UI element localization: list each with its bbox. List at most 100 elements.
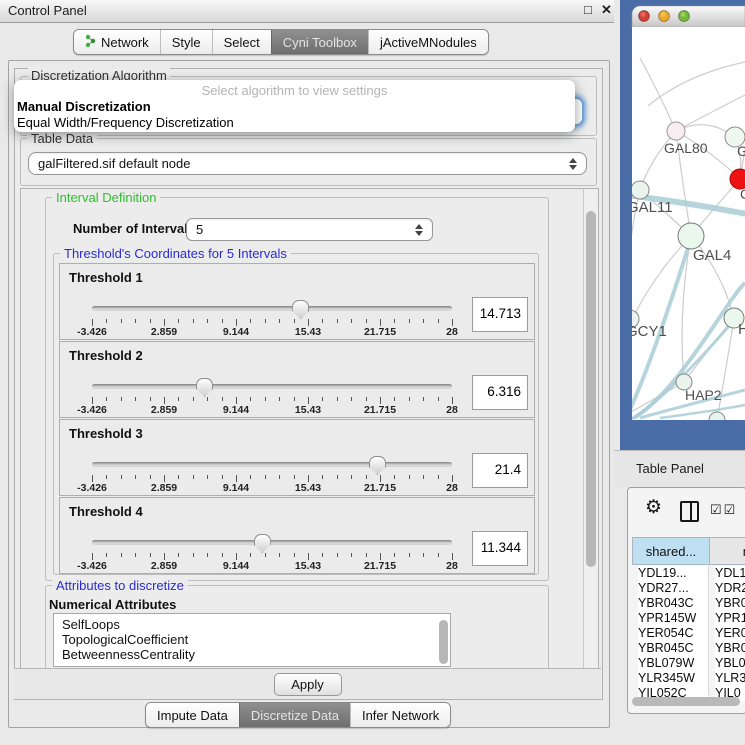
threshold-value-field[interactable]: 11.344 <box>472 531 528 566</box>
slider-thumb[interactable] <box>292 300 309 319</box>
num-intervals-label: Number of Intervals <box>73 221 195 236</box>
slider-tick <box>106 553 107 557</box>
threshold-value-field[interactable]: 14.713 <box>472 297 528 332</box>
column-header-name[interactable]: na <box>709 537 745 565</box>
tab-cyni-toolbox[interactable]: Cyni Toolbox <box>271 30 368 54</box>
table-cell[interactable]: YLR3 <box>715 671 745 686</box>
network-node-gal11[interactable] <box>631 181 649 199</box>
slider-track[interactable] <box>92 384 452 389</box>
tab-discretize-data[interactable]: Discretize Data <box>239 703 350 727</box>
slider-tick-label: -3.426 <box>77 326 107 338</box>
settings-scrollbar-track[interactable] <box>583 189 599 669</box>
close-panel-icon[interactable]: ✕ <box>601 2 612 18</box>
threshold-value-field[interactable]: 6.316 <box>472 375 528 410</box>
control-panel-titlebar: Control Panel □ ✕ <box>0 0 614 23</box>
table-cell[interactable]: YBR0 <box>715 641 745 656</box>
slider-tick <box>366 475 367 479</box>
table-hscrollbar-thumb[interactable] <box>632 697 740 706</box>
apply-button[interactable]: Apply <box>274 673 342 696</box>
slider-tick <box>438 397 439 401</box>
slider-tick <box>135 475 136 479</box>
table-cell[interactable]: YDR2 <box>715 581 745 596</box>
settings-scrollbar-thumb[interactable] <box>586 211 596 567</box>
top-tab-bar: NetworkStyle Select Cyni Toolbox jActiveMNo… <box>73 29 489 55</box>
slider-track[interactable] <box>92 462 452 467</box>
table-cell[interactable]: YER054C <box>638 626 708 641</box>
slider-tick <box>394 553 395 557</box>
slider-tick <box>351 553 352 557</box>
slider-track[interactable] <box>92 540 452 545</box>
slider-tick <box>423 319 424 323</box>
table-cell[interactable]: YDL19... <box>638 566 708 581</box>
thresholds-group-title: Threshold's Coordinates for 5 Intervals <box>60 246 291 261</box>
slider-tick <box>322 475 323 479</box>
slider-tick <box>193 397 194 401</box>
table-cell[interactable]: YBL0 <box>715 656 745 671</box>
slider-tick <box>308 553 309 560</box>
slider-tick <box>279 319 280 323</box>
slider-tick <box>250 475 251 479</box>
gear-icon[interactable]: ⚙ <box>645 496 662 519</box>
num-intervals-value: 5 <box>196 222 203 237</box>
network-node-label: C <box>740 186 745 202</box>
slider-tick <box>164 397 165 404</box>
slider-tick-label: 2.859 <box>151 482 177 494</box>
table-cell[interactable]: YBL079W <box>638 656 708 671</box>
tab-select[interactable]: Select <box>212 30 271 54</box>
slider-tick <box>250 397 251 401</box>
float-window-icon[interactable]: □ <box>584 2 592 17</box>
table-cell[interactable]: YER0 <box>715 626 745 641</box>
slider-tick <box>337 553 338 557</box>
algorithm-option[interactable]: Manual Discretization <box>17 99 151 114</box>
num-intervals-combo[interactable]: 5 <box>186 218 433 241</box>
slider-thumb[interactable] <box>254 534 271 553</box>
checkboxes-icon[interactable]: ☑☑ <box>710 502 737 518</box>
table-cell[interactable]: YBR043C <box>638 596 708 611</box>
tab-jactivemnodules[interactable]: jActiveMNodules <box>368 30 488 54</box>
table-cell[interactable]: YBR045C <box>638 641 708 656</box>
tab-network[interactable]: Network <box>74 30 160 54</box>
table-cell[interactable]: YPR1 <box>715 611 745 626</box>
table-cell[interactable]: YDR27... <box>638 581 708 596</box>
algorithm-option[interactable]: Equal Width/Frequency Discretization <box>17 115 234 130</box>
network-node-gal4[interactable] <box>678 223 704 249</box>
tab-style[interactable]: Style <box>160 30 212 54</box>
slider-tick <box>207 397 208 401</box>
slider-tick <box>121 475 122 479</box>
network-node-label: GAL11 <box>627 199 673 216</box>
numerical-attributes-list[interactable]: SelfLoopsTopologicalCoefficientBetweenne… <box>53 613 451 667</box>
slider-tick-label: 15.43 <box>295 560 321 572</box>
tab-infer-network[interactable]: Infer Network <box>350 703 450 727</box>
attribute-item[interactable]: SelfLoops <box>54 617 450 632</box>
slider-thumb[interactable] <box>196 378 213 397</box>
table-cell[interactable]: YPR145W <box>638 611 708 626</box>
slider-thumb[interactable] <box>369 456 386 475</box>
column-divider <box>708 564 709 695</box>
slider-tick <box>135 553 136 557</box>
tab-impute-data[interactable]: Impute Data <box>146 703 239 727</box>
slider-tick <box>423 553 424 557</box>
tab-label: Cyni Toolbox <box>283 35 357 50</box>
split-table-icon[interactable] <box>680 501 699 522</box>
slider-tick <box>452 397 453 404</box>
threshold-row: Threshold 2-3.4262.8599.14415.4321.71528… <box>59 341 535 418</box>
network-window: GAL80G.CGAL11GAL4GCY1HHAP2 <box>620 0 745 450</box>
table-cell[interactable]: YLR345W <box>638 671 708 686</box>
threshold-value-field[interactable]: 21.4 <box>472 453 528 488</box>
attributes-list-scrollbar[interactable] <box>439 620 448 664</box>
network-node-gal80[interactable] <box>667 122 685 140</box>
slider-tick <box>265 397 266 401</box>
column-header-shared-name[interactable]: shared... <box>632 537 710 565</box>
attribute-item[interactable]: TopologicalCoefficient <box>54 632 450 647</box>
slider-tick-label: -3.426 <box>77 482 107 494</box>
slider-track[interactable] <box>92 306 452 311</box>
slider-tick-label: 2.859 <box>151 404 177 416</box>
attribute-item[interactable]: BetweennessCentrality <box>54 647 450 662</box>
tab-label: Select <box>224 35 260 50</box>
table-cell[interactable]: YDL1 <box>715 566 745 581</box>
network-node-label: H <box>738 321 745 338</box>
slider-tick <box>294 397 295 401</box>
slider-tick <box>92 319 93 326</box>
table-cell[interactable]: YBR0 <box>715 596 745 611</box>
table-data-combo[interactable]: galFiltered.sif default node <box>28 152 587 175</box>
